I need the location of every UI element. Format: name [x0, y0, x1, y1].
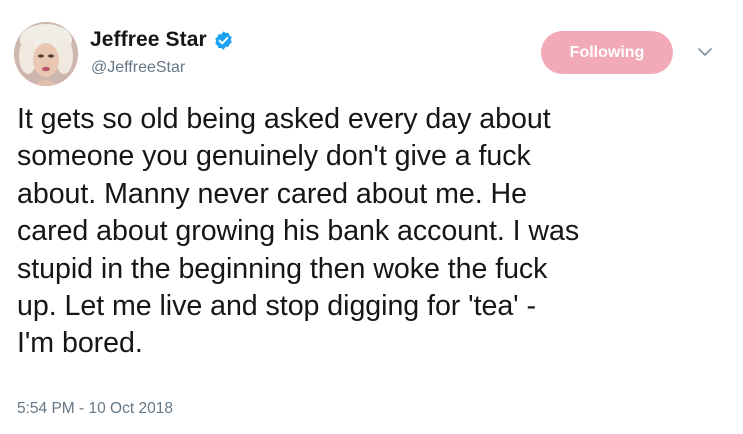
tweet-line: It gets so old being asked every day abo… — [17, 103, 551, 135]
tweet-line: I'm bored. — [17, 327, 143, 360]
user-handle[interactable]: @JeffreeStar — [91, 59, 185, 77]
name-row: Jeffree Star — [90, 27, 234, 53]
tweet-line: cared about growing his bank account. I … — [17, 215, 580, 248]
tweet-line: about. Manny never cared about me. He — [17, 177, 527, 210]
tweet-text: It gets so old being asked every day abo… — [17, 101, 717, 363]
tweet-line: someone you genuinely don't give a fuck — [17, 140, 531, 173]
verified-badge-icon — [213, 30, 234, 51]
display-name[interactable]: Jeffree Star — [90, 28, 207, 52]
avatar[interactable] — [14, 22, 78, 86]
tweet-line: stupid in the beginning then woke the fu… — [17, 252, 548, 285]
tweet-line: up. Let me live and stop digging for 'te… — [17, 290, 536, 323]
tweet-card: Jeffree Star @JeffreeStar Following It g… — [0, 0, 743, 434]
following-button[interactable]: Following — [541, 31, 673, 74]
chevron-down-icon[interactable] — [693, 42, 717, 62]
tweet-timestamp[interactable]: 5:54 PM - 10 Oct 2018 — [17, 400, 173, 418]
avatar-image — [14, 22, 78, 86]
